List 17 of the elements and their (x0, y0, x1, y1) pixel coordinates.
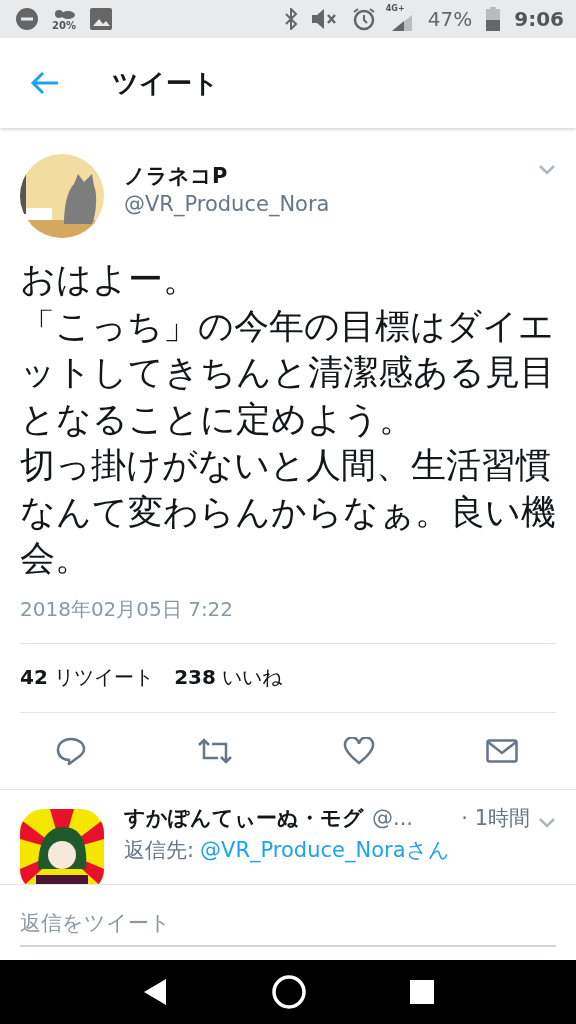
reply-to-label: 返信先: (124, 836, 195, 864)
brightness-text: 20% (52, 19, 76, 31)
engagement-count[interactable]: 238 いいね (174, 664, 283, 691)
reply-author-name[interactable]: すかぽんてぃーぬ・モグ (124, 803, 364, 832)
tweet-paragraph: 切っ掛けがないと人間、生活習慣なんて変わらんからなぁ。良い機会。 (20, 444, 556, 580)
engagement-count[interactable]: 42 リツイート (20, 664, 155, 691)
battery-percent: 47% (427, 7, 473, 31)
tweet-date: 2018年02月05日 7:22 (20, 595, 235, 623)
reply-author-handle[interactable]: @... (372, 805, 414, 830)
tweet-paragraph: 「こっち」の今年の目標はダイエットしてきちんと清潔感ある見目となることに定めよう。 (20, 304, 556, 441)
reply-time: · 1時間 (461, 804, 530, 832)
author-name[interactable]: ノラネコP (124, 162, 538, 190)
network-type: 4G+ (385, 4, 405, 13)
author-handle[interactable]: @VR_Produce_Nora (124, 192, 538, 216)
page-title: ツイート (112, 66, 219, 100)
tweet-paragraph: おはよー。 (20, 258, 199, 301)
clock-time: 9:06 (514, 7, 564, 31)
